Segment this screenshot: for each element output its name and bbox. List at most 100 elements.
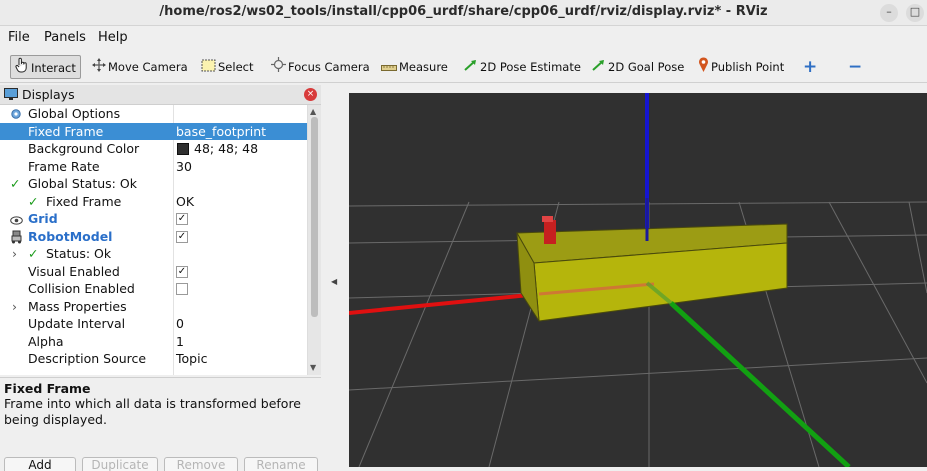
property-description: Fixed Frame Frame into which all data is…: [0, 377, 321, 457]
pose-estimate-tool-button[interactable]: 2D Pose Estimate: [463, 55, 581, 79]
checkmark-icon: ✓: [28, 193, 39, 209]
tree-scrollbar[interactable]: ▲ ▼: [308, 105, 321, 375]
y-axis: [669, 301, 851, 467]
tree-row-alpha[interactable]: Alpha 1: [0, 333, 307, 351]
measure-tool-button[interactable]: Measure: [381, 55, 448, 79]
ruler-icon: [381, 56, 397, 80]
description-title: Fixed Frame: [4, 381, 91, 396]
tree-row-fixed-frame[interactable]: Fixed Frame base_footprint: [0, 122, 307, 141]
tree-row-label: Mass Properties: [28, 298, 127, 314]
minimize-button[interactable]: –: [880, 4, 898, 22]
add-tool-button[interactable]: +: [803, 55, 817, 79]
hand-pointer-icon: [15, 57, 29, 81]
tree-row-collision-enabled[interactable]: Collision Enabled: [0, 280, 307, 298]
menu-panels[interactable]: Panels: [44, 30, 86, 45]
goal-pose-label: 2D Goal Pose: [608, 60, 685, 74]
background-color-value[interactable]: 48; 48; 48: [194, 140, 258, 158]
panel-buttons: Add Duplicate Remove Rename: [0, 457, 321, 471]
duplicate-button[interactable]: Duplicate: [82, 457, 158, 471]
tree-row-background-color[interactable]: Background Color 48; 48; 48: [0, 140, 307, 158]
tree-row-label: Alpha: [28, 333, 64, 349]
collapse-arrow-icon[interactable]: ◀: [331, 277, 337, 286]
rename-button[interactable]: Rename: [244, 457, 318, 471]
displays-panel-title: Displays: [22, 87, 75, 102]
tree-row-update-interval[interactable]: Update Interval 0: [0, 315, 307, 333]
color-swatch[interactable]: [177, 143, 189, 155]
monitor-icon: [4, 88, 18, 104]
tree-row-label: Fixed Frame: [28, 123, 104, 139]
scrollbar-thumb[interactable]: [311, 117, 318, 317]
displays-panel-header: Displays ×: [0, 85, 321, 105]
panel-splitter[interactable]: ◀: [321, 85, 349, 467]
tree-row-label: Collision Enabled: [28, 281, 135, 296]
tree-row-mass-properties[interactable]: › Mass Properties: [0, 298, 307, 316]
menu-file[interactable]: File: [8, 30, 30, 45]
move-arrows-icon: [92, 56, 106, 80]
maximize-button[interactable]: □: [906, 4, 924, 22]
checkmark-icon: ✓: [10, 176, 21, 191]
red-marker: [542, 216, 556, 244]
select-label: Select: [218, 60, 254, 74]
publish-point-label: Publish Point: [711, 60, 785, 74]
tree-row-label: Description Source: [28, 351, 147, 366]
expand-arrow-icon[interactable]: ›: [12, 245, 17, 263]
goal-pose-tool-button[interactable]: 2D Goal Pose: [591, 55, 684, 79]
fixed-frame-value[interactable]: base_footprint: [176, 123, 266, 141]
measure-label: Measure: [399, 60, 448, 74]
tree-row-label: RobotModel: [28, 228, 113, 244]
displays-panel: Displays × Global Options Fixed Frame ba…: [0, 85, 321, 471]
tree-row-label: Fixed Frame: [46, 193, 122, 209]
title-bar: /home/ros2/ws02_tools/install/cpp06_urdf…: [0, 0, 927, 26]
tree-row-visual-enabled[interactable]: Visual Enabled ✓: [0, 263, 307, 281]
tree-row-robot-model[interactable]: RobotModel ✓: [0, 228, 307, 246]
interact-label: Interact: [31, 61, 76, 75]
add-display-button[interactable]: Add: [4, 457, 76, 471]
menu-help[interactable]: Help: [98, 30, 128, 45]
fixed-frame-status-value: OK: [176, 193, 195, 209]
scroll-down-arrow-icon[interactable]: ▼: [310, 363, 316, 372]
focus-camera-tool-button[interactable]: Focus Camera: [271, 55, 370, 79]
update-interval-value[interactable]: 0: [176, 315, 184, 333]
tree-row-label: Background Color: [28, 141, 140, 156]
menu-bar: File Panels Help: [0, 28, 927, 50]
window-title: /home/ros2/ws02_tools/install/cpp06_urdf…: [159, 4, 768, 19]
close-panel-button[interactable]: ×: [304, 88, 317, 101]
tree-row-label: Update Interval: [28, 316, 126, 331]
grid-enabled-checkbox[interactable]: ✓: [176, 213, 188, 225]
tree-row-description-source[interactable]: Description Source Topic: [0, 350, 307, 368]
render-view-3d[interactable]: [349, 93, 927, 467]
tree-row-label: Global Options: [28, 106, 121, 121]
remove-tool-button[interactable]: −: [848, 55, 862, 79]
description-source-value[interactable]: Topic: [176, 350, 207, 368]
tree-row-status-ok[interactable]: › ✓ Status: Ok: [0, 245, 307, 263]
tree-row-global-options[interactable]: Global Options: [0, 105, 307, 123]
tree-row-grid[interactable]: Grid ✓: [0, 210, 307, 228]
scroll-up-arrow-icon[interactable]: ▲: [310, 107, 316, 116]
interact-tool-button[interactable]: Interact: [10, 55, 81, 79]
frame-rate-value[interactable]: 30: [176, 158, 192, 176]
publish-point-tool-button[interactable]: Publish Point: [698, 55, 784, 79]
green-arrow-icon: [463, 56, 478, 80]
tree-row-label: Grid: [28, 211, 58, 226]
tree-row-frame-rate[interactable]: Frame Rate 30: [0, 158, 307, 176]
select-tool-button[interactable]: Select: [201, 55, 253, 79]
expand-arrow-icon[interactable]: ›: [12, 298, 17, 316]
robotmodel-enabled-checkbox[interactable]: ✓: [176, 230, 188, 243]
visual-enabled-checkbox[interactable]: ✓: [176, 265, 188, 278]
tree-row-global-status[interactable]: ✓ Global Status: Ok: [0, 175, 307, 193]
tree-row-label: Status: Ok: [46, 246, 112, 261]
tree-row-label: Frame Rate: [28, 158, 100, 174]
description-text: Frame into which all data is transformed…: [4, 396, 301, 427]
collision-enabled-checkbox[interactable]: [176, 283, 188, 295]
tree-row-label: Visual Enabled: [28, 263, 120, 279]
robot-base: [516, 223, 788, 322]
move-camera-label: Move Camera: [108, 60, 188, 74]
move-camera-tool-button[interactable]: Move Camera: [92, 55, 188, 79]
tree-row-fixed-frame-status[interactable]: ✓ Fixed Frame OK: [0, 193, 307, 211]
focus-target-icon: [271, 56, 286, 80]
displays-tree: Global Options Fixed Frame base_footprin…: [0, 105, 308, 375]
checkmark-icon: ✓: [28, 246, 39, 261]
remove-button[interactable]: Remove: [164, 457, 238, 471]
selection-box-icon: [201, 56, 216, 80]
alpha-value[interactable]: 1: [176, 333, 184, 351]
